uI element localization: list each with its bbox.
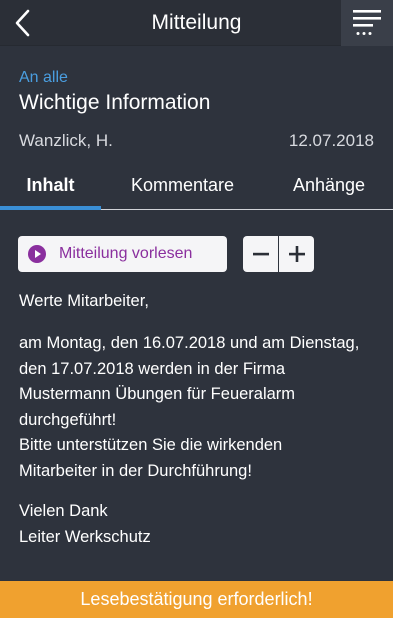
read-aloud-label: Mitteilung vorlesen [59,245,193,262]
message-line: Mitarbeiter in der Durchführung! [19,461,252,480]
play-icon [28,245,46,263]
message-line: am Montag, den 16.07.2018 und am Diensta… [19,334,360,352]
recipient-label: An alle [19,69,68,86]
closing-line: Leiter Werkschutz [19,527,151,546]
tab-kommentare[interactable]: Kommentare [111,162,254,208]
menu-icon [353,10,381,35]
message-line: Bitte unterstützen Sie die wirkenden [19,436,283,454]
minus-icon [252,252,269,256]
top-app-bar: Mitteilung [0,0,393,46]
tab-anhaenge[interactable]: Anhänge [276,162,382,208]
message-greeting: Werte Mitarbeiter, [19,292,149,310]
page-title: Mitteilung [151,11,242,34]
zoom-out-button[interactable] [243,236,278,272]
message-line: Mustermann Übungen für Feueralarm [19,385,296,403]
message-date: 12.07.2018 [288,131,374,150]
closing-line: Vielen Dank [19,502,108,520]
message-author: Wanzlick, H. [19,131,113,150]
message-subject: Wichtige Information [19,91,211,114]
plus-icon [288,246,305,262]
active-tab-indicator [0,206,101,210]
menu-button[interactable] [341,0,393,46]
zoom-in-button[interactable] [279,236,314,272]
read-aloud-button[interactable]: Mitteilung vorlesen [18,236,227,272]
message-line: den 17.07.2018 werden in der Firma [19,359,285,378]
read-confirmation-button[interactable]: Lesebestätigung erforderlich! [0,581,393,618]
message-line: durchgeführt! [19,410,117,429]
message-closing: Vielen Dank Leiter Werkschutz [19,499,381,550]
message-paragraph: am Montag, den 16.07.2018 und am Diensta… [19,331,381,484]
text-size-controls [243,236,314,272]
tab-bar: Inhalt Kommentare Anhänge [0,162,393,210]
tab-inhalt[interactable]: Inhalt [0,162,101,208]
